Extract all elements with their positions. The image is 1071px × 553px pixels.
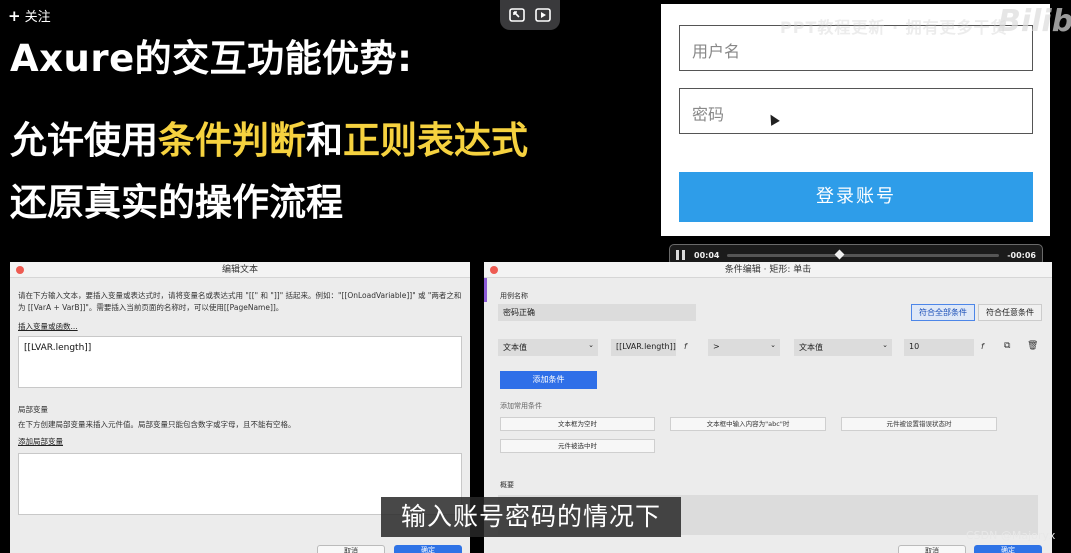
progress-track[interactable] (727, 249, 1000, 259)
close-icon[interactable] (490, 266, 498, 274)
current-time: 00:04 (694, 250, 720, 260)
login-preview: 用户名 密码 登录账号 (661, 4, 1050, 236)
remaining-time: -00:06 (1007, 250, 1036, 260)
password-input[interactable]: 密码 (679, 88, 1033, 134)
dialog-titlebar: 编辑文本 (10, 262, 470, 278)
pip-icon[interactable] (508, 6, 526, 24)
highlight-condition: 条件判断 (158, 119, 306, 162)
follow-button[interactable]: + 关注 (8, 6, 51, 26)
cancel-button[interactable]: 取消 (317, 545, 385, 553)
local-vars-label: 局部变量 (18, 405, 48, 414)
ok-button[interactable]: 确定 (974, 545, 1042, 553)
login-button[interactable]: 登录账号 (679, 172, 1033, 222)
bilibili-logo: Bilibili (998, 4, 1071, 39)
target-type-select[interactable]: 文本值 ⌄ (794, 339, 892, 356)
trash-icon[interactable]: 🗑 (1027, 341, 1038, 351)
case-name-label: 用例名称 (500, 292, 528, 300)
headline-line2: 允许使用条件判断和正则表达式 (10, 110, 528, 164)
dialog-title: 编辑文本 (221, 265, 258, 275)
duplicate-icon[interactable]: ⧉ (1004, 341, 1010, 351)
match-any-button[interactable]: 符合任意条件 (978, 304, 1042, 321)
case-name-input[interactable]: 密码正确 (498, 304, 696, 321)
headline-line2-b: 和 (306, 119, 343, 162)
common-condition-chip[interactable]: 元件被选中时 (500, 439, 655, 453)
play-window-icon[interactable] (534, 6, 552, 24)
common-condition-chip[interactable]: 文本框中输入内容为"abc"时 (670, 417, 826, 431)
faint-watermark: PPT教程更新 · 拥有更多干货 (780, 18, 1008, 37)
plus-icon: + (8, 6, 21, 25)
csdn-credit: CSDN @Majoryx (966, 529, 1056, 542)
condition-type-select[interactable]: 文本值 ⌄ (498, 339, 598, 356)
condition-type-value: 文本值 (503, 343, 527, 352)
close-icon[interactable] (16, 266, 24, 274)
match-all-button[interactable]: 符合全部条件 (911, 304, 975, 321)
progress-knob[interactable] (834, 249, 845, 259)
function-icon[interactable]: f (981, 342, 984, 351)
expression-textarea[interactable]: [[LVAR.length]] (18, 336, 462, 388)
operator-value: > (713, 342, 720, 351)
player-controls (500, 0, 560, 30)
accent-bar (484, 278, 487, 302)
highlight-regex: 正则表达式 (343, 119, 528, 162)
cancel-button[interactable]: 取消 (898, 545, 966, 553)
operator-select[interactable]: > ⌄ (708, 339, 780, 356)
summary-label: 概要 (500, 481, 514, 489)
common-condition-chip[interactable]: 文本框为空时 (500, 417, 655, 431)
function-icon[interactable]: f (684, 342, 687, 351)
add-condition-button[interactable]: 添加条件 (500, 371, 597, 389)
target-type-value: 文本值 (799, 343, 823, 352)
common-condition-chip[interactable]: 元件被设置错误状态时 (841, 417, 997, 431)
headline-line2-a: 允许使用 (10, 119, 158, 162)
chevron-down-icon: ⌄ (770, 341, 776, 349)
dialog-description: 请在下方输入文本，要插入变量或表达式时，请将变量名或表达式用 "[[" 和 "]… (18, 291, 462, 312)
target-value-input[interactable]: 10 (904, 339, 974, 356)
dialog-titlebar: 条件编辑 · 矩形: 单击 (484, 262, 1052, 278)
common-conditions-label: 添加常用条件 (500, 402, 542, 410)
ok-button[interactable]: 确定 (394, 545, 462, 553)
dialog-title: 条件编辑 · 矩形: 单击 (724, 265, 812, 275)
condition-value-input[interactable]: [[LVAR.length]] (611, 339, 676, 356)
chevron-down-icon: ⌄ (882, 341, 888, 349)
headline-title: Axure的交互功能优势: (10, 37, 413, 80)
follow-label: 关注 (24, 10, 51, 25)
pause-icon[interactable] (676, 250, 686, 260)
video-subtitle: 输入账号密码的情况下 (381, 497, 681, 537)
insert-variable-link[interactable]: 插入变量或函数... (18, 321, 78, 332)
add-local-var-link[interactable]: 添加局部变量 (18, 436, 63, 447)
headline-line3: 还原真实的操作流程 (10, 181, 343, 224)
local-vars-description: 在下方创建局部变量来插入元件值。局部变量只能包含数字或字母，且不能有空格。 (18, 420, 296, 429)
chevron-down-icon: ⌄ (588, 341, 594, 349)
